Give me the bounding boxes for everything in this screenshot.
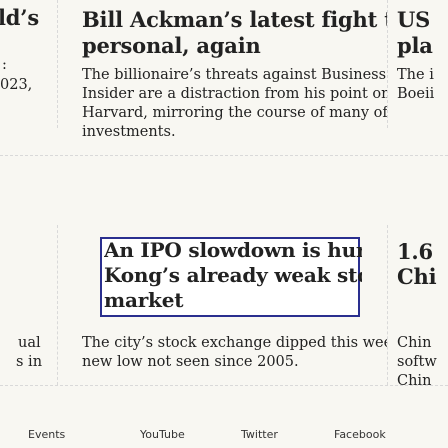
story-headline[interactable]: An IPO slowdown is hurting Hong xyxy=(104,237,362,263)
footer-link-youtube[interactable]: YouTube xyxy=(140,428,185,441)
right-deck-fragment: Boeii xyxy=(397,86,435,102)
footer-links: Events YouTube Twitter Facebook xyxy=(0,418,448,448)
column-divider xyxy=(57,225,58,385)
right-headline-fragment[interactable]: pla xyxy=(397,33,433,59)
story-deck: Harvard, mirroring the course of many of… xyxy=(82,105,387,121)
left-deck-fragment: ual xyxy=(18,335,41,351)
row-divider xyxy=(0,155,448,156)
footer-link-events[interactable]: Events xyxy=(28,428,65,441)
right-headline-fragment[interactable]: Chi xyxy=(397,264,437,290)
story-headline[interactable]: personal, again xyxy=(82,33,387,59)
story-deck: The billionaire’s threats against Busine… xyxy=(82,67,387,83)
column-divider xyxy=(57,0,58,128)
right-deck-fragment: The i xyxy=(397,67,434,83)
story-deck: new low not seen since 2005. xyxy=(82,354,299,370)
column-divider xyxy=(387,225,388,385)
left-headline-fragment[interactable]: ld’s xyxy=(0,5,39,31)
left-deck-fragment: s in xyxy=(16,354,43,370)
footer-link-facebook[interactable]: Facebook xyxy=(334,428,386,441)
story-deck: investments. xyxy=(82,124,176,140)
left-deck-fragment: : xyxy=(2,57,7,73)
story-headline[interactable]: market xyxy=(104,287,362,313)
left-column: ld’s : 023, ual s in xyxy=(0,0,52,400)
right-deck-fragment: softw xyxy=(397,354,437,370)
story-headline[interactable]: Bill Ackman’s latest fight turns xyxy=(82,7,387,33)
footer-link-twitter[interactable]: Twitter xyxy=(241,428,278,441)
right-column: US pla The i Boeii 1.6 Chi Chin softw Ch… xyxy=(395,0,448,400)
right-deck-fragment: Chin xyxy=(397,373,432,389)
story-headline[interactable]: Kong’s already weak stock xyxy=(104,262,362,288)
left-deck-fragment: 023, xyxy=(0,77,33,93)
story-deck: The city’s stock exchange dipped this we… xyxy=(82,335,387,351)
story-deck: Insider are a distraction from his point… xyxy=(82,86,387,102)
row-divider xyxy=(0,385,448,386)
right-deck-fragment: Chin xyxy=(397,335,432,351)
right-headline-fragment[interactable]: US xyxy=(397,7,430,33)
right-headline-fragment[interactable]: 1.6 xyxy=(397,239,433,265)
column-divider xyxy=(387,0,388,128)
